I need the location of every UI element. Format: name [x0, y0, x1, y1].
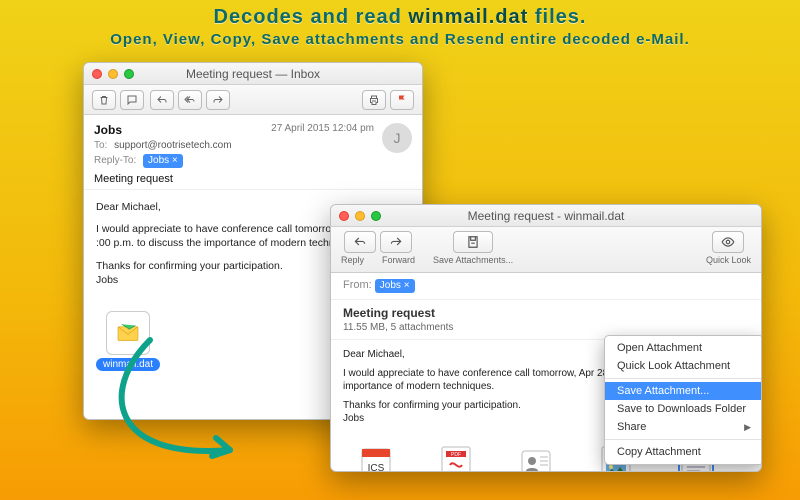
- subject: Meeting request: [94, 173, 412, 185]
- save-icon: [466, 235, 480, 249]
- menu-copy-attachment[interactable]: Copy Attachment: [605, 443, 762, 461]
- save-attachments-group: Save Attachments...: [433, 231, 513, 265]
- reply-all-icon: [184, 94, 196, 106]
- menu-share[interactable]: Share ▶: [605, 418, 762, 436]
- pdf-icon: PDF: [440, 445, 472, 472]
- envelope-icon: [113, 318, 143, 348]
- reply-forward-group: Reply Forward: [341, 231, 415, 265]
- reply-to-label: Reply-To:: [94, 155, 136, 166]
- eye-icon: [721, 235, 735, 249]
- reply-to-badge[interactable]: Jobs ×: [143, 154, 183, 168]
- viewer-toolbar: Reply Forward Save Attachments... Quick …: [331, 227, 761, 273]
- menu-save-attachment[interactable]: Save Attachment...: [605, 382, 762, 400]
- to-label: To:: [94, 140, 107, 151]
- flag-button[interactable]: [390, 90, 414, 110]
- avatar: J: [382, 123, 412, 153]
- menu-label: Quick Look Attachment: [617, 360, 730, 372]
- from-label: From:: [343, 279, 372, 291]
- save-attachments-label: Save Attachments...: [433, 255, 513, 265]
- svg-text:ICS: ICS: [368, 463, 385, 472]
- attachment-ics[interactable]: ICS iCal-20140...183000.ics: [343, 445, 409, 472]
- body-paragraph-2: Thanks for confirming your participation…: [96, 260, 283, 272]
- viewer-title: Meeting request - winmail.dat: [331, 209, 761, 223]
- marketing-banner: Decodes and read winmail.dat files. Open…: [0, 0, 800, 48]
- to-row: To: support@rootrisetech.com: [94, 140, 412, 151]
- forward-icon: [212, 94, 224, 106]
- winmail-file-icon: [106, 311, 150, 355]
- print-button[interactable]: [362, 90, 386, 110]
- vcf-icon: [520, 445, 552, 472]
- inbox-titlebar[interactable]: Meeting request — Inbox: [84, 63, 422, 85]
- submenu-arrow-icon: ▶: [744, 422, 751, 433]
- attachment-vcf[interactable]: Mr. Jobs.vcf: [503, 445, 569, 472]
- ics-icon: ICS: [360, 445, 392, 472]
- reply-button[interactable]: [150, 90, 174, 110]
- banner-line-1: Decodes and read winmail.dat files.: [0, 6, 800, 29]
- message-date: 27 April 2015 12:04 pm: [271, 123, 374, 134]
- viewer-paragraph-2: Thanks for confirming your participation…: [343, 400, 521, 411]
- avatar-initial: J: [394, 130, 401, 146]
- attachment-context-menu: Open Attachment Quick Look Attachment Sa…: [604, 335, 762, 465]
- inbox-title: Meeting request — Inbox: [84, 67, 422, 81]
- viewer-window: Meeting request - winmail.dat Reply Forw…: [330, 204, 762, 472]
- menu-label: Share: [617, 421, 646, 433]
- reply-icon: [353, 235, 367, 249]
- junk-button[interactable]: [120, 90, 144, 110]
- reply-label: Reply: [341, 255, 364, 265]
- message-header: Jobs 27 April 2015 12:04 pm J To: suppor…: [84, 115, 422, 190]
- banner-text-c: files.: [528, 6, 586, 28]
- viewer-subject: Meeting request: [331, 300, 761, 322]
- quicklook-button[interactable]: [712, 231, 744, 253]
- winmail-label: winmail.dat: [96, 358, 160, 371]
- reply-to-row: Reply-To: Jobs ×: [94, 154, 412, 168]
- svg-text:PDF: PDF: [451, 452, 461, 458]
- printer-icon: [368, 94, 380, 106]
- forward-button[interactable]: [206, 90, 230, 110]
- menu-label: Copy Attachment: [617, 446, 701, 458]
- body-signature: Jobs: [96, 274, 118, 286]
- reply-icon: [156, 94, 168, 106]
- forward-icon: [389, 235, 403, 249]
- menu-save-to-downloads[interactable]: Save to Downloads Folder: [605, 400, 762, 418]
- attachment-pdf[interactable]: PDF Information.pdf: [423, 445, 489, 472]
- reply-button[interactable]: [344, 231, 376, 253]
- winmail-attachment[interactable]: winmail.dat: [96, 311, 160, 371]
- inbox-toolbar: [84, 85, 422, 115]
- delete-button[interactable]: [92, 90, 116, 110]
- trash-icon: [98, 94, 110, 106]
- menu-quicklook-attachment[interactable]: Quick Look Attachment: [605, 357, 762, 375]
- forward-button[interactable]: [380, 231, 412, 253]
- to-value: support@rootrisetech.com: [114, 140, 231, 151]
- from-badge[interactable]: Jobs ×: [375, 279, 415, 293]
- junk-icon: [126, 94, 138, 106]
- forward-label: Forward: [382, 255, 415, 265]
- menu-separator: [605, 378, 762, 379]
- menu-label: Save to Downloads Folder: [617, 403, 746, 415]
- reply-all-button[interactable]: [178, 90, 202, 110]
- banner-line-2: Open, View, Copy, Save attachments and R…: [0, 31, 800, 48]
- viewer-from-row: From: Jobs ×: [331, 273, 761, 300]
- menu-label: Save Attachment...: [617, 385, 709, 397]
- viewer-signature: Jobs: [343, 413, 364, 424]
- quicklook-label: Quick Look: [706, 255, 751, 265]
- quicklook-group: Quick Look: [706, 231, 751, 265]
- menu-open-attachment[interactable]: Open Attachment: [605, 339, 762, 357]
- menu-separator: [605, 439, 762, 440]
- banner-text-highlight: winmail.dat: [408, 6, 528, 28]
- save-attachments-button[interactable]: [453, 231, 493, 253]
- viewer-titlebar[interactable]: Meeting request - winmail.dat: [331, 205, 761, 227]
- flag-icon: [396, 94, 408, 106]
- menu-label: Open Attachment: [617, 342, 702, 354]
- banner-text-a: Decodes and read: [214, 6, 409, 28]
